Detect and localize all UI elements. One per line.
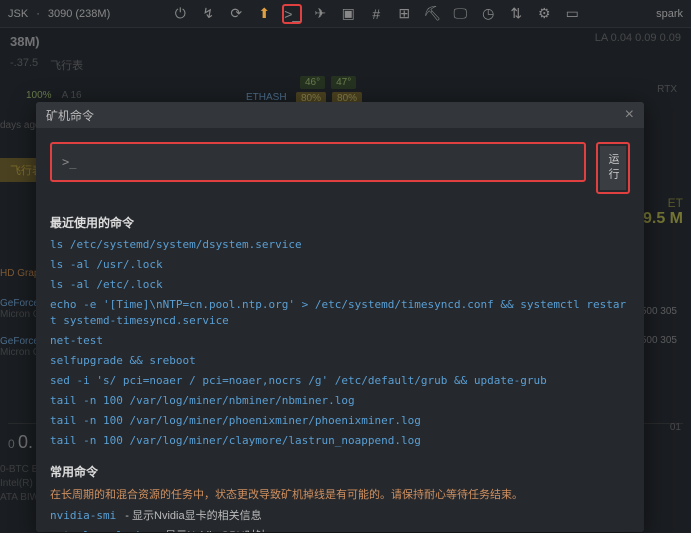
- rig-selector[interactable]: JSK: [8, 8, 28, 20]
- common-command-list: nvidia-smi - 显示Nvidia显卡的相关信息 nvtool --cl…: [50, 508, 630, 532]
- rocket-icon[interactable]: ✈: [310, 4, 330, 24]
- gpu-stats: 500 305: [641, 335, 677, 346]
- gpu-stats: 500 305: [641, 306, 677, 317]
- prompt-icon: >_: [62, 155, 76, 169]
- la-values: 0.04 0.09 0.09: [611, 32, 681, 44]
- recent-command[interactable]: ls -al /usr/.lock: [50, 257, 630, 273]
- footer-val: 0.: [18, 432, 33, 452]
- refresh-icon[interactable]: ⟳: [226, 4, 246, 24]
- bg-percent: 100%: [26, 90, 52, 101]
- recent-command[interactable]: selfupgrade && sreboot: [50, 353, 630, 369]
- rig-info: 3090 (238M): [48, 8, 110, 20]
- run-button[interactable]: 运行: [600, 146, 626, 190]
- bg-amps: A 16: [62, 90, 82, 101]
- recent-command-list: ls /etc/systemd/system/dsystem.service l…: [50, 237, 630, 449]
- user-label[interactable]: spark: [656, 8, 683, 20]
- recent-command[interactable]: tail -n 100 /var/log/miner/claymore/last…: [50, 433, 630, 449]
- recent-command[interactable]: ls /etc/systemd/system/dsystem.service: [50, 237, 630, 253]
- recent-command[interactable]: net-test: [50, 333, 630, 349]
- modal-header: 矿机命令 ×: [36, 102, 644, 128]
- hash-icon[interactable]: #: [366, 4, 386, 24]
- command-modal: 矿机命令 × >_ 运行 最近使用的命令 ls /etc/systemd/sys…: [36, 102, 644, 532]
- modal-body: >_ 运行 最近使用的命令 ls /etc/systemd/system/dsy…: [36, 128, 644, 532]
- upload-icon[interactable]: ⬆: [254, 4, 274, 24]
- hd-graphics: HD Grap: [0, 268, 39, 279]
- common-note: 在长周期的和混合资源的任务中，状态更改导致矿机掉线是有可能的。请保持耐心等待任务…: [50, 486, 630, 502]
- recent-command[interactable]: tail -n 100 /var/log/miner/phoenixminer/…: [50, 413, 630, 429]
- common-title: 常用命令: [50, 463, 630, 480]
- common-command[interactable]: nvidia-smi: [50, 509, 116, 522]
- command-input[interactable]: >_: [50, 142, 586, 182]
- temp-badge: 47°: [331, 76, 356, 89]
- gear-icon[interactable]: ⚙: [534, 4, 554, 24]
- bg-sub1: -.37.5: [10, 57, 38, 73]
- recent-command[interactable]: ls -al /etc/.lock: [50, 277, 630, 293]
- recent-command[interactable]: echo -e '[Time]\nNTP=cn.pool.ntp.org' > …: [50, 297, 630, 329]
- clock-icon[interactable]: ◷: [478, 4, 498, 24]
- common-command-row: nvtool --clocks - 显示Nvidia GPU时钟: [50, 528, 630, 532]
- recent-command[interactable]: sed -i 's/ pci=noaer / pci=noaer,nocrs /…: [50, 373, 630, 389]
- recent-title: 最近使用的命令: [50, 214, 630, 231]
- footer-date: 01: [670, 422, 681, 433]
- top-toolbar: JSK · 3090 (238M) ⏻ ↯ ⟳ ⬆ >_ ✈ ▣ # ⊞ ⛏ 🖵…: [0, 0, 691, 28]
- folder-icon[interactable]: ▭: [562, 4, 582, 24]
- terminal-icon[interactable]: >_: [282, 4, 302, 24]
- footer-idx: 0: [8, 437, 15, 451]
- wrench-icon[interactable]: ↯: [198, 4, 218, 24]
- close-icon[interactable]: ×: [625, 106, 634, 124]
- temp-badge: 46°: [300, 76, 325, 89]
- chart-icon[interactable]: ⊞: [394, 4, 414, 24]
- common-command-row: nvidia-smi - 显示Nvidia显卡的相关信息: [50, 508, 630, 524]
- common-desc: - 显示Nvidia显卡的相关信息: [125, 510, 261, 522]
- modal-title: 矿机命令: [46, 107, 94, 124]
- monitor-icon[interactable]: 🖵: [450, 4, 470, 24]
- bg-sub2: 飞行表: [50, 57, 83, 73]
- recent-command[interactable]: tail -n 100 /var/log/miner/nbminer/nbmin…: [50, 393, 630, 409]
- common-command[interactable]: nvtool --clocks: [50, 529, 149, 532]
- common-desc: - 显示Nvidia GPU时钟: [158, 530, 266, 532]
- cloud-icon[interactable]: ▣: [338, 4, 358, 24]
- wifi-icon[interactable]: ⇅: [506, 4, 526, 24]
- la-label: LA: [595, 32, 608, 44]
- days-ago: days ago: [0, 120, 41, 131]
- tools-icon[interactable]: ⛏: [422, 4, 442, 24]
- gpus-label: RTX: [657, 84, 677, 95]
- power-icon[interactable]: ⏻: [170, 4, 190, 24]
- rig-id: 38M): [0, 28, 691, 55]
